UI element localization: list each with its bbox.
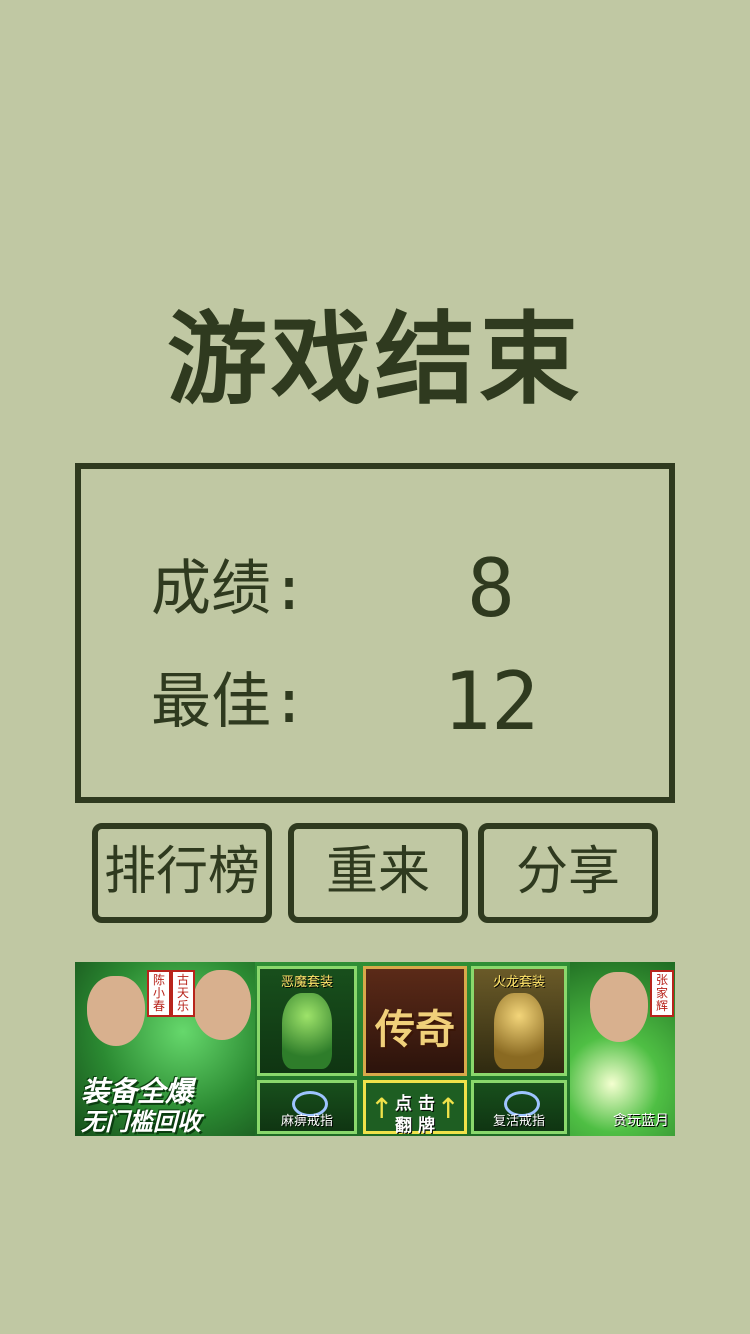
ad-tile-label: 复活戒指 — [492, 1114, 545, 1129]
game-over-title: 游戏结束 — [167, 301, 583, 418]
ad-tile-paralysis-ring: 麻痹戒指 — [257, 1080, 357, 1134]
score-row: 成绩: 8 — [151, 544, 621, 634]
ad-right-panel: 张家辉 贪玩蓝月 — [570, 962, 675, 1136]
actor-name-tag: 陈小春 — [147, 970, 171, 1017]
ad-left-panel: 陈小春 古天乐 装备全爆 无门槛回收 — [75, 962, 255, 1136]
leaderboard-button[interactable]: 排行榜 — [92, 823, 272, 923]
ad-slogan-sub: 无门槛回收 — [81, 1108, 201, 1136]
actor-portrait — [87, 976, 145, 1046]
ad-tile-label: 麻痹戒指 — [280, 1114, 333, 1129]
actor-name-tag: 古天乐 — [171, 970, 195, 1017]
ad-brand-logo: 贪玩蓝月 — [613, 1113, 669, 1129]
ad-tile-label: 恶魔套装 — [280, 975, 333, 990]
armor-figure-icon — [282, 993, 332, 1069]
ad-tile-label: 火龙套装 — [492, 975, 545, 990]
best-score-value: 12 — [442, 655, 540, 748]
actor-portrait — [193, 970, 251, 1040]
actor-portrait — [590, 972, 648, 1042]
share-button[interactable]: 分享 — [478, 823, 658, 923]
score-label: 成绩: — [151, 554, 308, 624]
ad-tile-flip-card: ↑ 点 击 翻 牌 ↑ — [363, 1080, 467, 1136]
ad-legend-text: 传奇 — [375, 1006, 455, 1053]
best-score-label: 最佳: — [151, 667, 308, 737]
ad-tile-demon-set: 恶魔套装 — [257, 966, 357, 1076]
best-score-row: 最佳: 12 — [151, 657, 621, 747]
ad-tile-legend: 传奇 — [363, 966, 467, 1076]
actor-name-tag: 张家辉 — [650, 970, 674, 1017]
ad-tile-revive-ring: 复活戒指 — [471, 1080, 567, 1134]
ad-banner[interactable]: 陈小春 古天乐 装备全爆 无门槛回收 恶魔套装 传奇 火龙套装 麻痹戒指 ↑ 点… — [75, 962, 675, 1136]
armor-figure-icon — [494, 993, 544, 1069]
ad-tile-fire-dragon-set: 火龙套装 — [471, 966, 567, 1076]
score-panel: 成绩: 8 最佳: 12 — [75, 463, 675, 803]
restart-button[interactable]: 重来 — [288, 823, 468, 923]
score-value: 8 — [466, 542, 516, 635]
arrow-up-icon: ↑ — [436, 1092, 460, 1125]
